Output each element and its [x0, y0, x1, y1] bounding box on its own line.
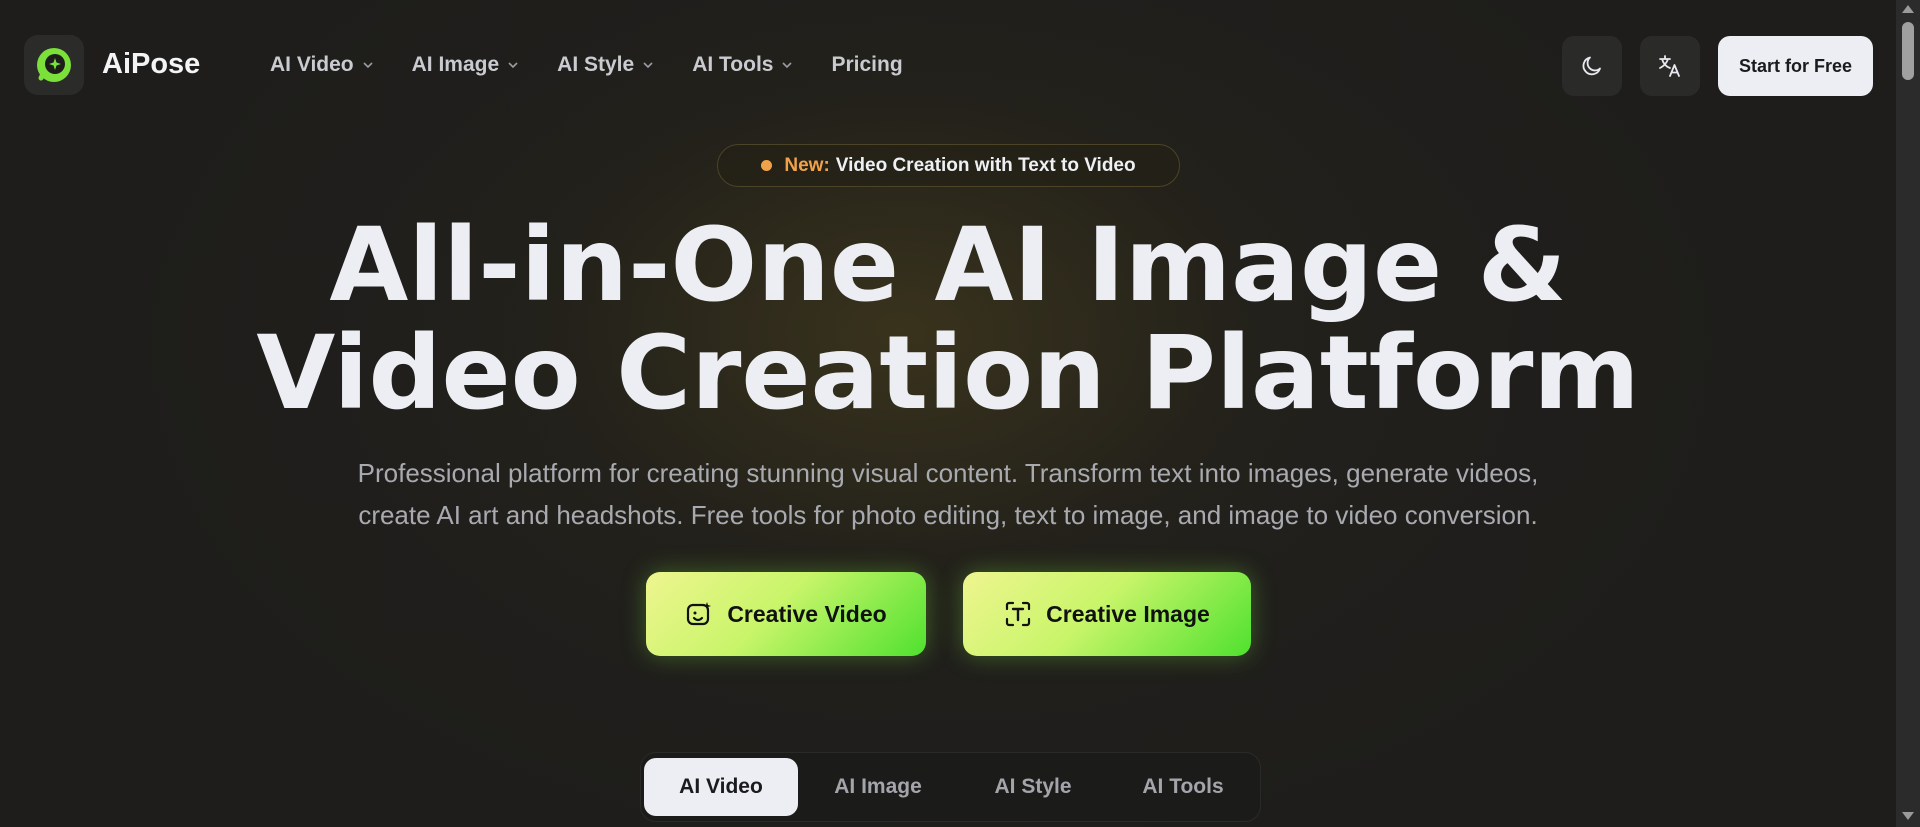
badge-text: Video Creation with Text to Video	[835, 154, 1136, 176]
text-image-icon	[1006, 601, 1031, 627]
hero-title: All-in-One AI Image & Video Creation Pla…	[0, 212, 1896, 428]
language-button[interactable]	[1640, 36, 1700, 96]
nav-item-label: AI Style	[557, 53, 635, 76]
hero-subtitle-line1: Professional platform for creating stunn…	[357, 458, 1539, 488]
logo[interactable]	[24, 35, 84, 95]
nav-item-label: AI Image	[411, 53, 500, 76]
tab-ai-video[interactable]: AI Video	[644, 758, 798, 816]
hero-title-line2: Video Creation Platform	[256, 314, 1640, 433]
chevron-down-icon	[508, 62, 518, 69]
creative-video-button[interactable]: Creative Video	[646, 572, 926, 656]
vertical-scrollbar[interactable]	[1896, 0, 1920, 827]
tab-ai-image[interactable]: AI Image	[798, 758, 958, 816]
status-dot	[761, 160, 773, 171]
nav-item-pricing[interactable]: Pricing	[831, 53, 902, 77]
tab-ai-style[interactable]: AI Style	[958, 758, 1108, 816]
nav-item-label: AI Tools	[692, 53, 774, 76]
scroll-down-arrow-icon[interactable]	[1902, 812, 1914, 820]
brand-name[interactable]: AiPose	[102, 48, 200, 81]
moon-icon	[1582, 56, 1601, 76]
video-sparkle-icon	[687, 602, 712, 626]
main-nav: AI Video AI Image AI Style AI Tools Pric…	[270, 53, 941, 77]
creative-video-label: Creative Video	[727, 600, 887, 627]
nav-item-ai-video[interactable]: AI Video	[270, 53, 374, 77]
nav-item-ai-tools[interactable]: AI Tools	[692, 53, 793, 77]
page: AiPose AI Video AI Image AI Style AI Too…	[0, 0, 1896, 827]
creative-image-button[interactable]: Creative Image	[963, 572, 1251, 656]
start-for-free-button[interactable]: Start for Free	[1718, 36, 1873, 96]
translate-icon	[1659, 55, 1680, 77]
scroll-up-arrow-icon[interactable]	[1902, 5, 1914, 13]
nav-item-ai-style[interactable]: AI Style	[557, 53, 654, 77]
new-feature-badge[interactable]: New: Video Creation with Text to Video	[717, 144, 1180, 187]
theme-toggle-button[interactable]	[1562, 36, 1622, 96]
scrollbar-thumb[interactable]	[1902, 22, 1914, 80]
hero-subtitle: Professional platform for creating stunn…	[230, 452, 1666, 536]
chevron-down-icon	[643, 62, 653, 69]
hero-subtitle-line2: create AI art and headshots. Free tools …	[358, 500, 1538, 530]
chevron-down-icon	[363, 62, 373, 69]
chevron-down-icon	[782, 62, 793, 69]
tab-ai-tools[interactable]: AI Tools	[1108, 758, 1258, 816]
category-tabs: AI Video AI Image AI Style AI Tools	[640, 752, 1261, 822]
badge-new-label: New:	[784, 154, 830, 176]
nav-item-label: AI Video	[270, 53, 354, 76]
logo-icon	[37, 48, 71, 82]
nav-item-ai-image[interactable]: AI Image	[412, 53, 520, 77]
nav-item-label: Pricing	[831, 53, 903, 76]
creative-image-label: Creative Image	[1046, 600, 1210, 627]
hero-title-line1: All-in-One AI Image &	[329, 206, 1567, 325]
site-header: AiPose AI Video AI Image AI Style AI Too…	[0, 0, 1896, 132]
